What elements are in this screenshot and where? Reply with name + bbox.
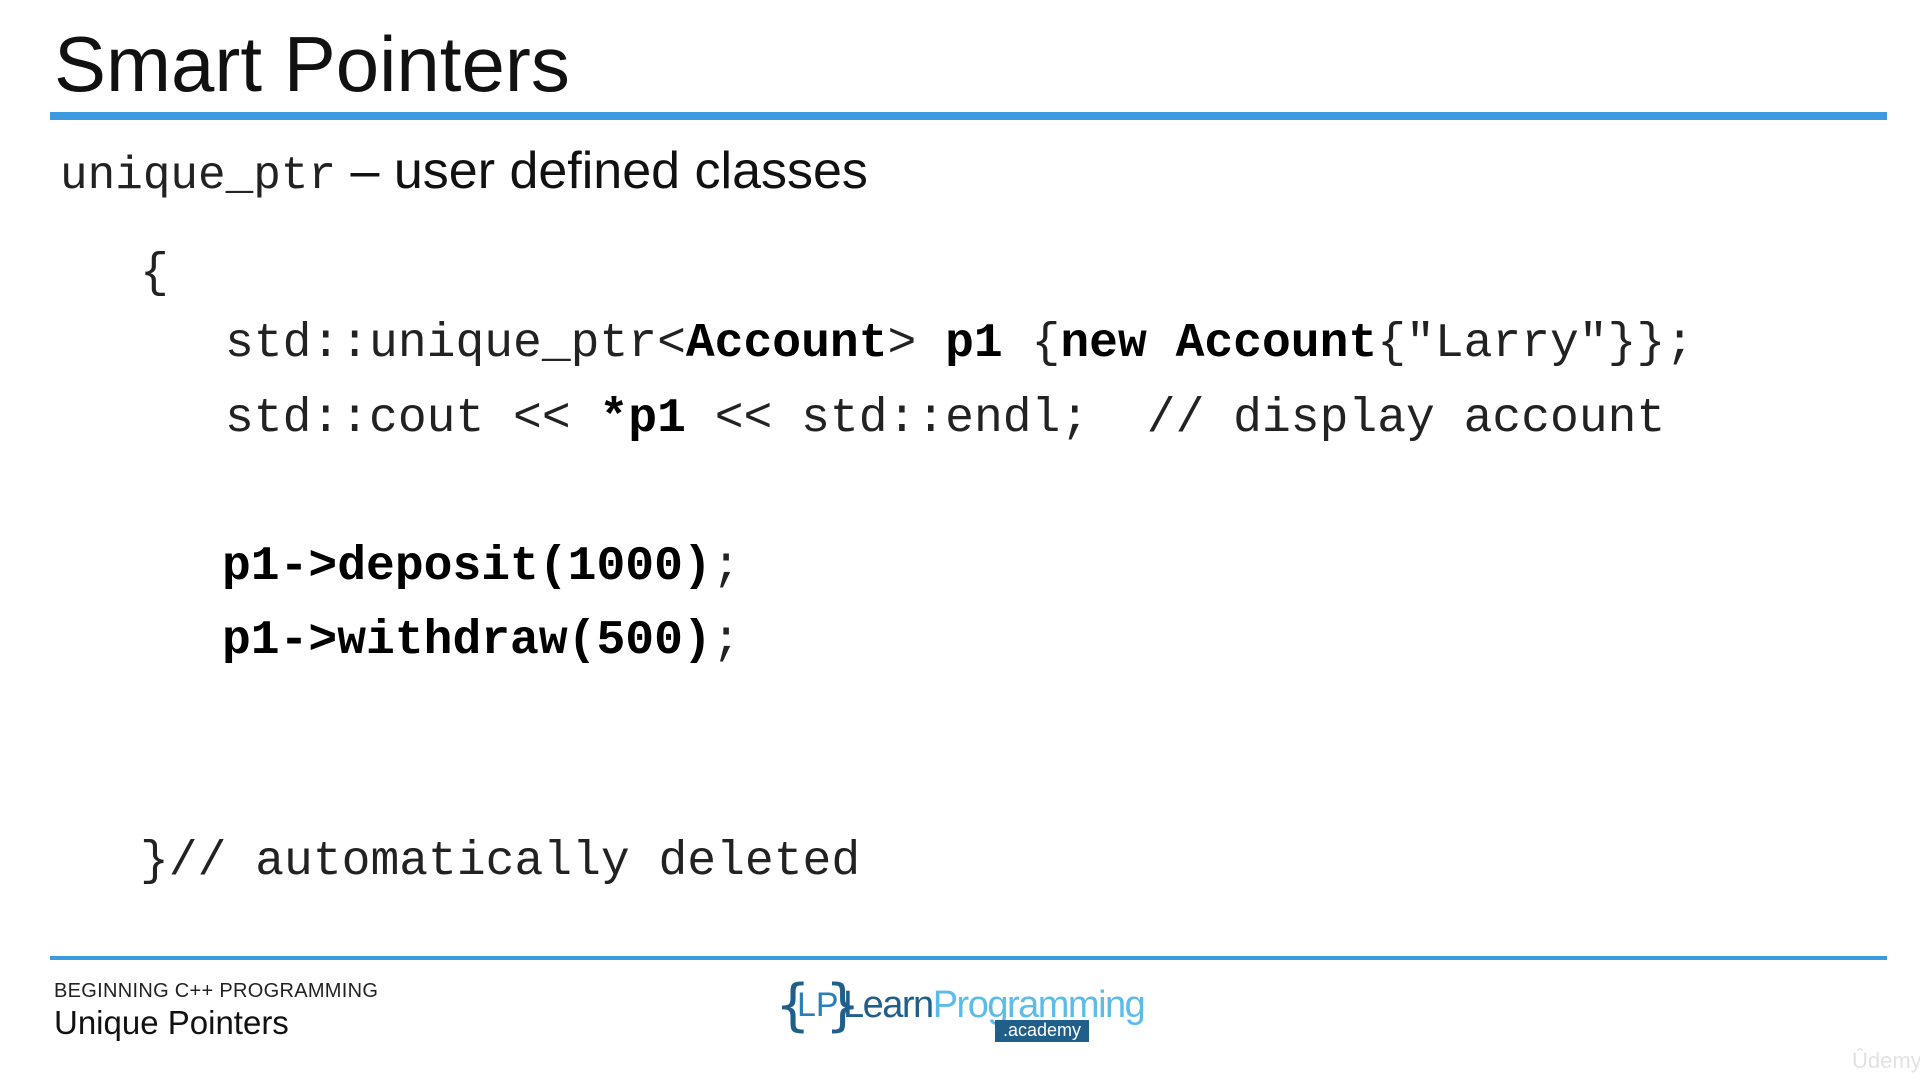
- code-token: p1->withdraw(500): [222, 614, 712, 668]
- slide-title: Smart Pointers: [54, 20, 570, 108]
- code-token: ;: [711, 614, 741, 668]
- code-line-withdraw: p1->withdraw(500);: [222, 617, 741, 665]
- footer-course-name: BEGINNING C++ PROGRAMMING: [54, 980, 379, 1002]
- code-token: {"Larry"}};: [1377, 317, 1695, 371]
- slide-subtitle: unique_ptr – user defined classes: [60, 140, 868, 204]
- code-line-cout: std::cout << *p1 << std::endl; // displa…: [225, 395, 1665, 443]
- subtitle-code: unique_ptr: [60, 150, 337, 202]
- title-divider: [50, 112, 1887, 120]
- subtitle-text: – user defined classes: [336, 142, 868, 200]
- code-token: >: [887, 317, 946, 371]
- udemy-watermark: Ûdemy: [1852, 1048, 1920, 1073]
- logo-academy-tag: .academy: [995, 1020, 1090, 1042]
- code-token: *p1: [599, 392, 686, 446]
- code-close-line: }// automatically deleted: [140, 835, 861, 889]
- code-token: Account: [685, 317, 888, 371]
- code-line-deposit: p1->deposit(1000);: [222, 543, 741, 591]
- code-token: p1: [945, 317, 1003, 371]
- footer-lecture-name: Unique Pointers: [54, 1004, 289, 1041]
- code-token: std::unique_ptr<: [225, 317, 686, 371]
- logo-wordmark: LearnProgramming: [843, 984, 1146, 1026]
- code-token: {: [1002, 317, 1061, 371]
- logo-learn: Learn: [843, 984, 934, 1026]
- code-token: << std::endl; // display account: [685, 392, 1666, 446]
- slide: Smart Pointers unique_ptr – user defined…: [0, 0, 1920, 1080]
- code-token: ;: [711, 540, 741, 594]
- code-open-brace: {: [140, 247, 169, 301]
- code-token: p1->deposit(1000): [222, 540, 712, 594]
- code-token: new Account: [1060, 317, 1378, 371]
- footer-divider: [50, 956, 1887, 960]
- learnprogramming-logo: { LP } LearnProgramming .academy: [775, 978, 1146, 1048]
- code-line-unique-ptr: std::unique_ptr<Account> p1 {new Account…: [225, 320, 1694, 368]
- code-token: std::cout <<: [225, 392, 600, 446]
